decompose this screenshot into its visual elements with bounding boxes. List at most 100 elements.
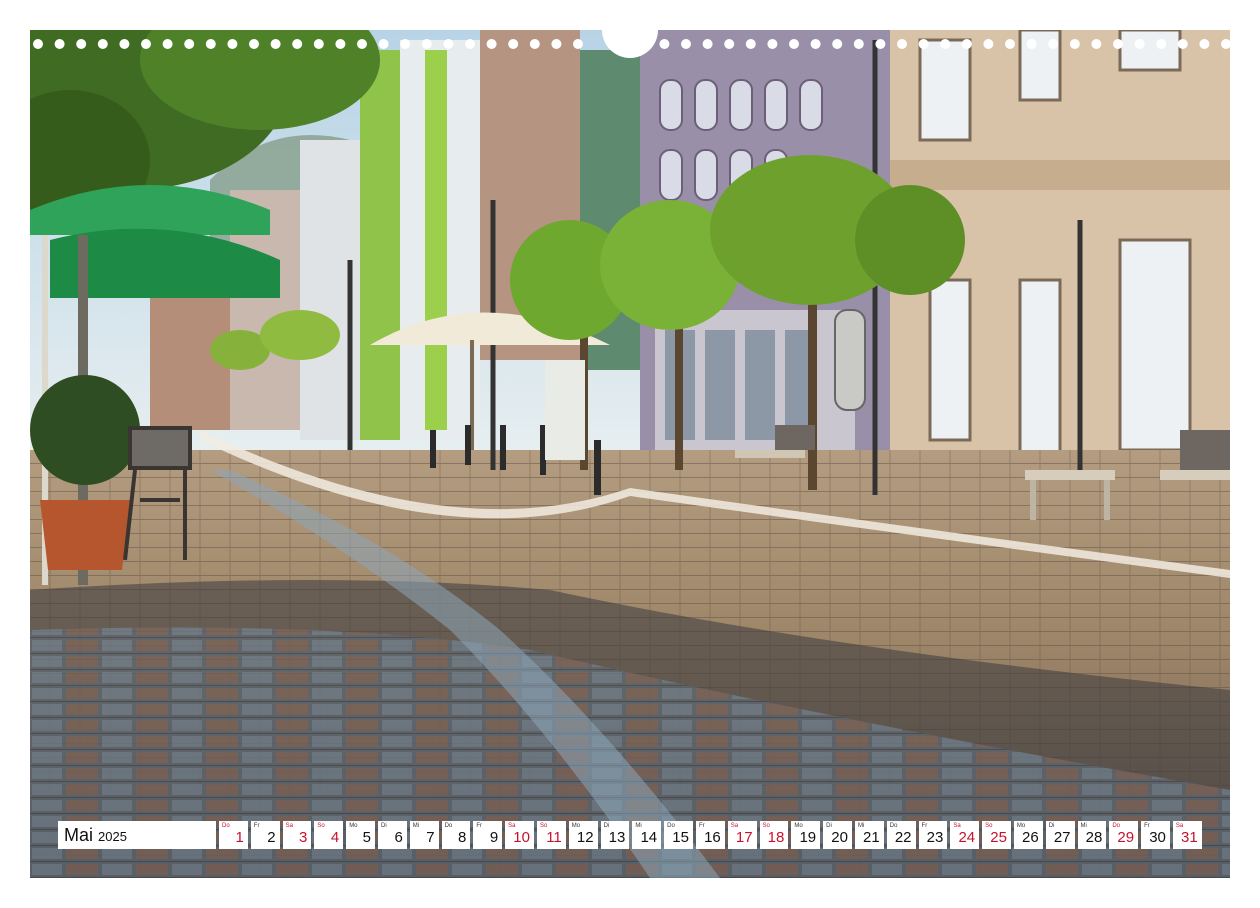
binding-hole	[702, 39, 713, 49]
weekday-label: Sa	[285, 823, 293, 829]
day-cell: So 4	[314, 821, 344, 849]
binding-hole	[54, 39, 65, 49]
binding-hole	[789, 39, 799, 49]
binding-hole	[1177, 39, 1188, 49]
day-cell: Do 15	[664, 821, 693, 849]
binding-hole	[357, 39, 367, 49]
day-cell: Fr 30	[1141, 821, 1170, 849]
day-cell: Fr 2	[250, 821, 280, 849]
weekday-label: Fr	[476, 823, 483, 829]
binding-hole	[76, 39, 87, 49]
day-number: 18	[767, 829, 785, 846]
day-cell: Sa 17	[727, 821, 757, 849]
day-cell: So 18	[759, 821, 789, 849]
day-number: 28	[1085, 829, 1103, 846]
binding-hole	[1221, 39, 1230, 49]
binding-hole	[141, 39, 151, 49]
binding-hole	[1026, 39, 1037, 49]
binding-hole	[681, 39, 691, 49]
binding-hole	[335, 39, 346, 49]
day-number: 29	[1117, 829, 1135, 846]
binding-hole	[1091, 39, 1102, 49]
day-cell: Sa 24	[950, 821, 980, 849]
binding-hole	[508, 39, 519, 49]
building-right-cornice	[890, 160, 1230, 190]
day-number: 23	[926, 829, 944, 846]
binding-hole	[529, 39, 540, 49]
day-number: 16	[704, 829, 721, 846]
binding-hole	[767, 39, 778, 49]
binding-hole	[875, 39, 886, 49]
binding-hole	[1156, 39, 1167, 49]
binding-hole	[184, 39, 195, 49]
day-number: 15	[672, 829, 689, 846]
day-cell: Di 27	[1045, 821, 1075, 849]
binding-hole	[292, 39, 303, 49]
binding-hole	[659, 39, 670, 49]
binding-hole	[421, 39, 432, 49]
binding-hole	[551, 39, 562, 49]
day-cell: Do 22	[886, 821, 916, 849]
weekday-label: So	[317, 823, 325, 829]
day-number: 17	[735, 829, 753, 846]
binding-hole	[249, 39, 259, 49]
binding-hole	[1069, 39, 1080, 49]
day-cell: Mi 28	[1077, 821, 1107, 849]
day-cell: Sa 10	[505, 821, 534, 849]
calendar-strip: Mai 2025 Do 1 Fr 2 Sa 3 So 4 Mo 5 Di 6 Mi 7 Do 8 Fr 9 Sa 10…	[58, 821, 1202, 849]
binding-hole	[573, 39, 583, 49]
binding-hole	[486, 39, 497, 49]
weekday-label: Fr	[253, 823, 260, 829]
day-number: 6	[394, 829, 403, 846]
day-cell: Sa 31	[1172, 821, 1202, 849]
day-cell: Sa 3	[282, 821, 312, 849]
day-number: 21	[863, 829, 880, 846]
day-number: 10	[513, 829, 530, 846]
street-photo	[30, 30, 1230, 878]
binding-hole	[1113, 39, 1123, 49]
binding-hole	[97, 39, 108, 49]
sign-board	[545, 360, 585, 460]
weekday-label: Mi	[412, 823, 420, 829]
weekday-label: Do	[444, 823, 453, 829]
day-number: 31	[1181, 829, 1198, 846]
binding-hole	[400, 39, 411, 49]
day-number: 14	[640, 829, 658, 846]
binding-hole	[443, 39, 454, 49]
binding-hole	[918, 39, 929, 49]
binding-hole	[119, 39, 130, 49]
binding-hole	[832, 39, 843, 49]
binding-hole	[465, 39, 475, 49]
binding-hole	[270, 39, 281, 49]
day-number: 25	[990, 829, 1007, 846]
binding-hole	[724, 39, 735, 49]
day-cell: So 25	[982, 821, 1011, 849]
weekday-label: Mo	[349, 823, 358, 829]
day-cell: Di 20	[823, 821, 852, 849]
day-number: 11	[546, 829, 562, 846]
binding-hole	[983, 39, 994, 49]
building-green-stripe	[360, 50, 400, 440]
day-number: 24	[958, 829, 976, 846]
binding-hole	[162, 39, 173, 49]
day-number: 4	[330, 829, 340, 846]
day-cells: Do 1 Fr 2 Sa 3 So 4 Mo 5 Di 6 Mi 7 Do 8 Fr 9 Sa 10 So 11 Mo 12 D…	[219, 821, 1202, 849]
binding-hole	[897, 39, 907, 49]
day-number: 8	[458, 829, 467, 846]
day-number: 27	[1053, 829, 1071, 846]
building-green-facade	[425, 50, 447, 430]
calendar-page: Mai 2025 Do 1 Fr 2 Sa 3 So 4 Mo 5 Di 6 Mi 7 Do 8 Fr 9 Sa 10…	[0, 0, 1260, 908]
binding-hole	[313, 39, 324, 49]
street-scene	[30, 30, 1230, 878]
day-number: 9	[489, 829, 499, 846]
day-cell: Do 1	[219, 821, 248, 849]
binding-hole	[205, 39, 216, 49]
day-number: 7	[426, 829, 435, 846]
binding-hole	[1005, 39, 1015, 49]
binding-hole	[1199, 39, 1210, 49]
day-number: 30	[1149, 829, 1166, 846]
binding-hole	[745, 39, 756, 49]
day-number: 22	[894, 829, 912, 846]
weekday-label: Do	[222, 823, 230, 829]
day-cell: Mi 14	[632, 821, 662, 849]
